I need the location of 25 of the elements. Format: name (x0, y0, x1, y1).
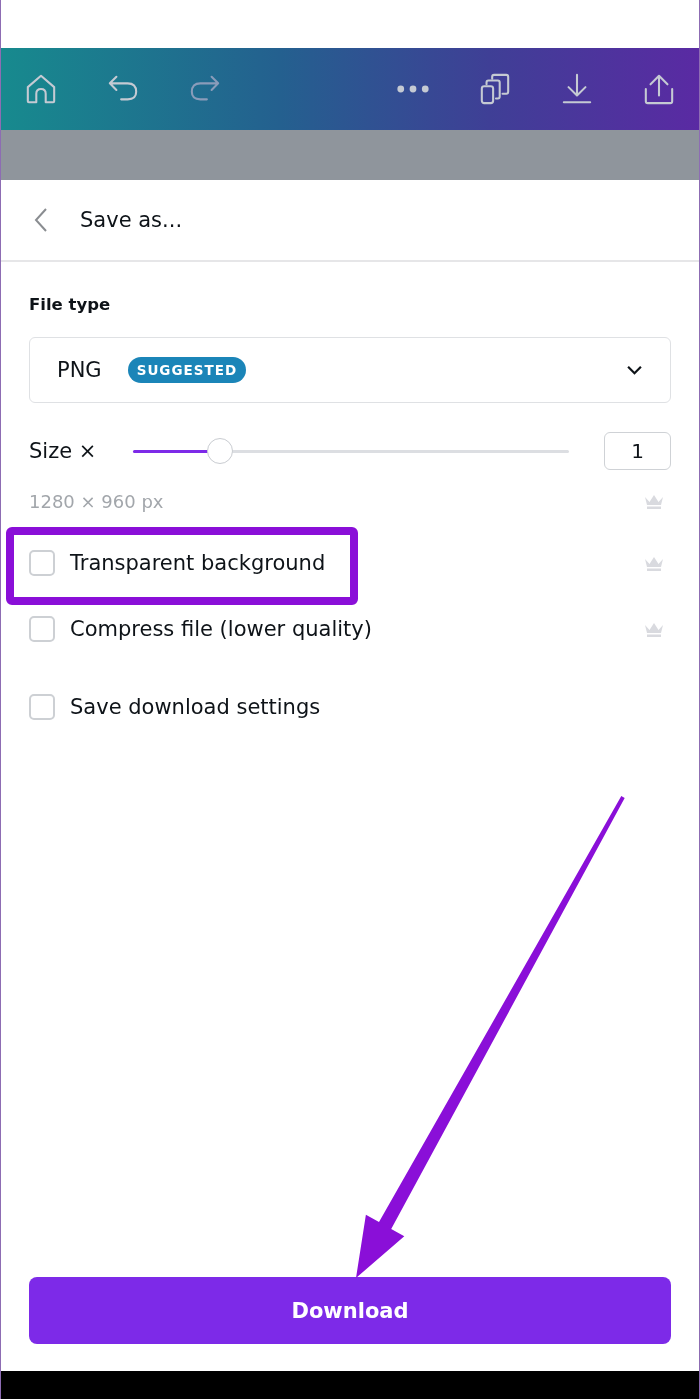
download-button[interactable]: Download (29, 1277, 671, 1344)
option-label: Compress file (lower quality) (70, 617, 372, 641)
panel-title: Save as... (80, 208, 183, 232)
dimensions-text: 1280 × 960 px (29, 490, 164, 512)
checkbox[interactable] (29, 550, 55, 576)
download-icon (561, 73, 593, 105)
file-type-label: File type (29, 294, 111, 316)
option-label: Transparent background (70, 551, 326, 575)
checkbox[interactable] (29, 694, 55, 720)
home-icon (25, 73, 57, 105)
size-slider[interactable] (133, 438, 569, 464)
share-icon (643, 73, 675, 105)
file-type-value: PNG (57, 358, 102, 382)
size-label: Size × (29, 439, 98, 463)
size-input[interactable]: 1 (604, 432, 671, 470)
back-icon (34, 207, 48, 233)
suggested-badge: SUGGESTED (127, 357, 247, 383)
copy-icon (479, 73, 511, 105)
option-label: Save download settings (70, 695, 321, 719)
chevron-down-icon (626, 364, 643, 376)
more-icon (397, 85, 429, 93)
slider-thumb[interactable] (207, 438, 234, 464)
back-button[interactable] (34, 207, 48, 233)
file-type-dropdown[interactable]: PNG SUGGESTED (29, 337, 671, 403)
checkbox[interactable] (29, 616, 55, 642)
